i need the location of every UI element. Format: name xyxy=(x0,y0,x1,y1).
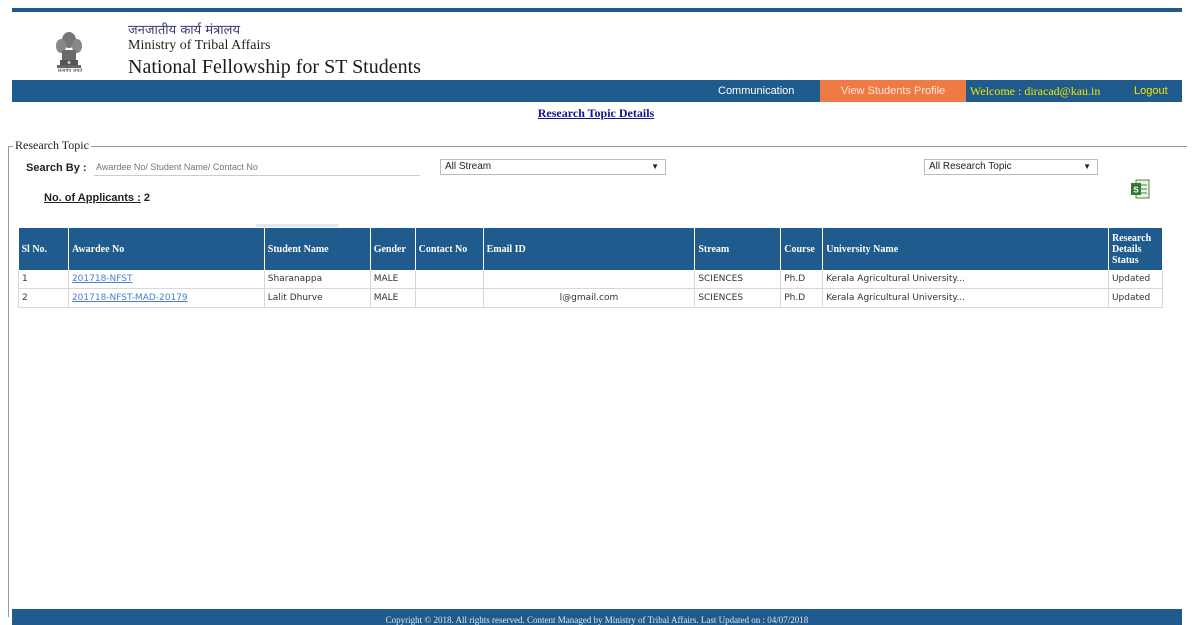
cell-awardee-no: 201718-NFST xyxy=(68,270,265,289)
cell-status: Updated xyxy=(1108,288,1164,308)
cell-sl-no: 2 xyxy=(18,288,69,308)
top-navbar: Communication View Students Profile Welc… xyxy=(12,80,1182,102)
cell-course: Ph.D xyxy=(780,288,824,308)
panel-legend: Research Topic xyxy=(13,138,91,153)
table-header-row: Sl No. Awardee No Student Name Gender Co… xyxy=(18,228,1164,270)
col-stream[interactable]: Stream xyxy=(694,228,782,270)
research-topic-table: Sl No. Awardee No Student Name Gender Co… xyxy=(18,228,1164,308)
search-label: Search By : xyxy=(26,162,87,174)
search-input[interactable] xyxy=(94,158,420,176)
dropdown-arrow-icon: ▼ xyxy=(651,162,659,171)
research-topic-panel: Research Topic xyxy=(8,138,1187,617)
col-university-name[interactable]: University Name xyxy=(822,228,1109,270)
col-email-id[interactable]: Email ID xyxy=(483,228,696,270)
cell-course: Ph.D xyxy=(780,270,824,289)
table-row: 1 201718-NFST Sharanappa MALE SCIENCES P… xyxy=(18,270,1164,289)
col-research-status[interactable]: Research Details Status xyxy=(1108,228,1164,270)
hindi-ministry-name: जनजातीय कार्य मंत्रालय xyxy=(128,23,241,38)
applicants-count: 2 xyxy=(143,192,150,204)
stream-select[interactable]: All Stream ▼ xyxy=(440,159,666,175)
national-emblem-icon xyxy=(56,32,82,68)
research-topic-select-value: All Research Topic xyxy=(929,161,1012,172)
cell-sl-no: 1 xyxy=(18,270,69,289)
cell-university: Kerala Agricultural University... xyxy=(822,270,1109,289)
column-sort-indicator xyxy=(256,224,338,227)
svg-text:S: S xyxy=(1133,186,1139,195)
col-gender[interactable]: Gender xyxy=(370,228,416,270)
cell-email xyxy=(483,270,696,289)
applicants-label: No. of Applicants : xyxy=(44,192,141,204)
welcome-user-text: Welcome : diracad@kau.in xyxy=(970,84,1101,98)
cell-student-name: Lalit Dhurve xyxy=(264,288,371,308)
applicants-count-line: No. of Applicants : 2 xyxy=(44,192,150,204)
cell-awardee-no: 201718-NFST-MAD-20179 xyxy=(68,288,265,308)
cell-contact-no xyxy=(415,288,484,308)
cell-student-name: Sharanappa xyxy=(264,270,371,289)
cell-email: l@gmail.com xyxy=(483,288,696,308)
emblem-motto: सत्यमेव जयते xyxy=(57,68,83,74)
stream-select-value: All Stream xyxy=(445,161,492,172)
col-sl-no[interactable]: Sl No. xyxy=(18,228,69,270)
col-awardee-no[interactable]: Awardee No xyxy=(68,228,265,270)
col-student-name[interactable]: Student Name xyxy=(264,228,371,270)
research-topic-select[interactable]: All Research Topic ▼ xyxy=(924,159,1098,175)
cell-stream: SCIENCES xyxy=(694,270,782,289)
site-title: National Fellowship for ST Students xyxy=(128,56,421,78)
awardee-link[interactable]: 201718-NFST xyxy=(72,274,133,284)
table-row: 2 201718-NFST-MAD-20179 Lalit Dhurve MAL… xyxy=(18,288,1164,308)
cell-gender: MALE xyxy=(370,270,416,289)
col-contact-no[interactable]: Contact No xyxy=(415,228,484,270)
col-course[interactable]: Course xyxy=(780,228,824,270)
cell-gender: MALE xyxy=(370,288,416,308)
cell-stream: SCIENCES xyxy=(694,288,782,308)
ministry-name: Ministry of Tribal Affairs xyxy=(128,38,271,53)
excel-export-icon[interactable]: S xyxy=(1130,178,1150,200)
logout-link[interactable]: Logout xyxy=(1134,80,1168,102)
site-header: सत्यमेव जयते जनजातीय कार्य मंत्रालय Mini… xyxy=(12,12,1182,78)
nav-communication-link[interactable]: Communication xyxy=(718,80,794,102)
nav-view-profile-button[interactable]: View Students Profile xyxy=(820,80,966,102)
cell-status: Updated xyxy=(1108,270,1164,289)
cell-contact-no xyxy=(415,270,484,289)
awardee-link[interactable]: 201718-NFST-MAD-20179 xyxy=(72,293,188,303)
cell-university: Kerala Agricultural University... xyxy=(822,288,1109,308)
page-heading[interactable]: Research Topic Details xyxy=(0,106,1192,121)
dropdown-arrow-icon: ▼ xyxy=(1083,162,1091,171)
footer: Copyright © 2018. All rights reserved. C… xyxy=(12,609,1182,625)
